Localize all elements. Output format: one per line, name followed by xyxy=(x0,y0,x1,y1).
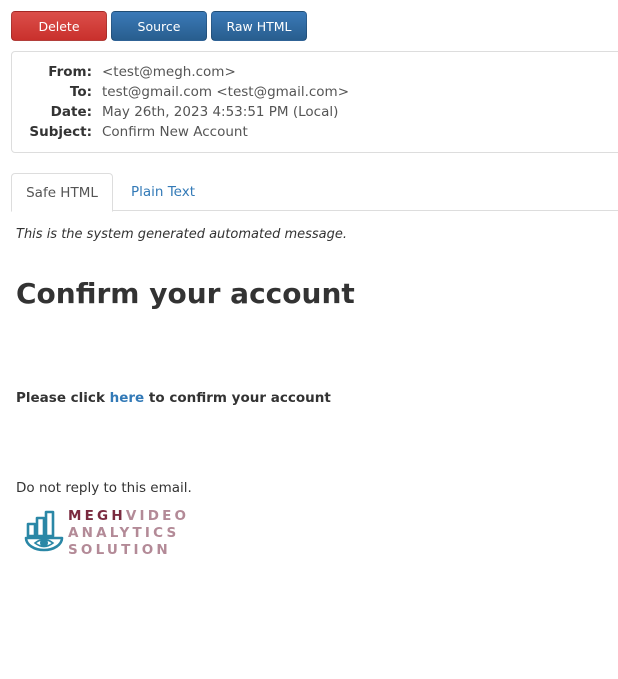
header-row-from: From: <test@megh.com> xyxy=(12,62,618,82)
no-reply-note: Do not reply to this email. xyxy=(16,480,192,496)
to-value: test@gmail.com <test@gmail.com> xyxy=(102,84,350,100)
confirm-instruction: Please click here to confirm your accoun… xyxy=(16,390,331,406)
tab-safe-html[interactable]: Safe HTML xyxy=(11,173,113,212)
confirm-link[interactable]: here xyxy=(110,390,145,406)
logo-video-text: VIDEO xyxy=(125,508,190,524)
source-button[interactable]: Source xyxy=(111,11,207,41)
from-value: <test@megh.com> xyxy=(102,64,236,80)
to-label: To: xyxy=(69,84,92,100)
logo-analytics-text: ANALYTICS xyxy=(68,525,180,541)
message-headline: Confirm your account xyxy=(16,277,355,310)
confirm-prefix: Please click xyxy=(16,390,110,406)
message-headers-panel: From: <test@megh.com> To: test@gmail.com… xyxy=(11,51,618,153)
date-value: May 26th, 2023 4:53:51 PM (Local) xyxy=(102,104,339,120)
header-row-to: To: test@gmail.com <test@gmail.com> xyxy=(12,82,618,102)
logo-megh-text: MEGH xyxy=(68,508,126,524)
tab-plain-text[interactable]: Plain Text xyxy=(115,173,211,211)
logo-solution-text: SOLUTION xyxy=(68,542,171,558)
raw-html-button[interactable]: Raw HTML xyxy=(211,11,307,41)
header-row-subject: Subject: Confirm New Account xyxy=(12,122,618,142)
delete-button[interactable]: Delete xyxy=(11,11,107,41)
megh-logo: MEGHVIDEO ANALYTICS SOLUTION xyxy=(24,508,194,560)
message-toolbar: Delete Source Raw HTML xyxy=(11,11,307,41)
from-label: From: xyxy=(48,64,92,80)
system-generated-note: This is the system generated automated m… xyxy=(16,227,348,242)
confirm-suffix: to confirm your account xyxy=(144,390,331,406)
subject-value: Confirm New Account xyxy=(102,124,248,140)
date-label: Date: xyxy=(50,104,92,120)
header-row-date: Date: May 26th, 2023 4:53:51 PM (Local) xyxy=(12,102,618,122)
subject-label: Subject: xyxy=(29,124,92,140)
logo-wordmark: MEGHVIDEO ANALYTICS SOLUTION xyxy=(68,508,189,559)
view-tabs: Safe HTML Plain Text xyxy=(11,173,618,212)
megh-camera-chart-icon xyxy=(24,510,64,552)
